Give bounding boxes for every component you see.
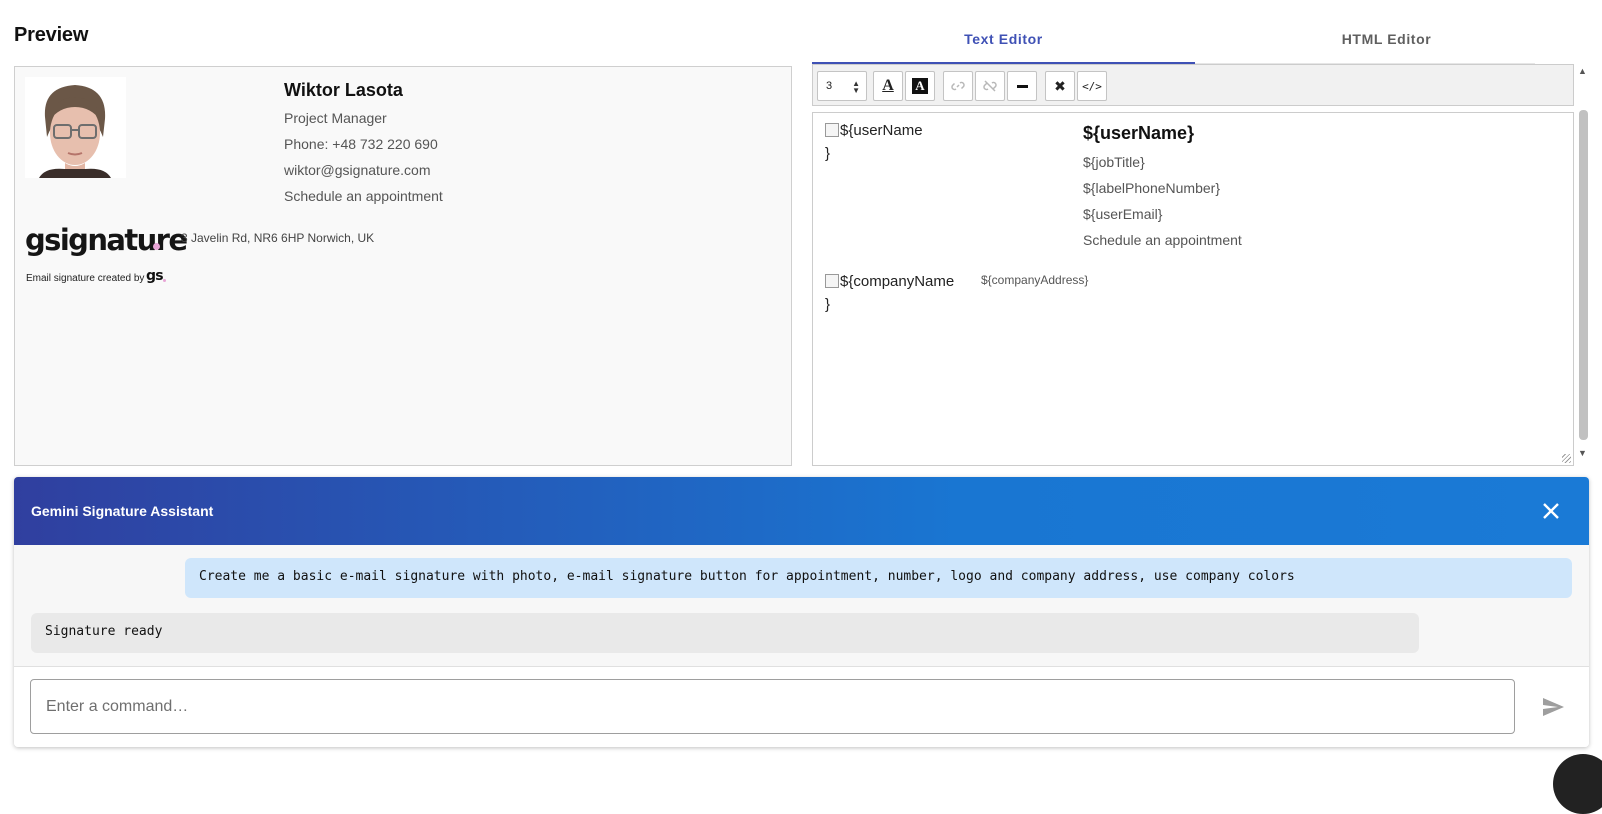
profile-photo — [25, 77, 126, 178]
text-highlight-icon: A — [912, 78, 928, 94]
font-size-value: 3 — [826, 80, 833, 92]
signature-name: Wiktor Lasota — [284, 80, 403, 100]
text-color-icon: A — [882, 77, 894, 94]
logo-alt-text: ${companyName — [840, 273, 955, 290]
background-color-button[interactable]: A — [905, 71, 935, 101]
assistant-header: Gemini Signature Assistant — [14, 477, 1589, 545]
logo-placeholder: ${companyName } — [825, 270, 954, 316]
command-input[interactable] — [30, 679, 1515, 734]
assistant-panel: Gemini Signature Assistant Create me a b… — [14, 477, 1589, 747]
logo-dot — [153, 243, 160, 250]
editor-job-title-variable: ${jobTitle} — [1083, 154, 1145, 170]
spinner-icon: ▲ ▼ — [852, 79, 860, 95]
signature-preview: Wiktor Lasota Project Manager Phone: +48… — [14, 66, 792, 466]
horizontal-rule-button[interactable] — [1007, 71, 1037, 101]
link-icon — [951, 81, 965, 91]
code-view-button[interactable]: </> — [1077, 71, 1107, 101]
remove-format-button[interactable]: ✖ — [1045, 71, 1075, 101]
scroll-thumb[interactable] — [1579, 110, 1588, 440]
broken-image-icon — [825, 274, 839, 288]
signature-phone: Phone: +48 732 220 690 — [284, 136, 438, 152]
user-message: Create me a basic e-mail signature with … — [185, 558, 1572, 598]
code-icon: </> — [1082, 79, 1102, 93]
close-icon: ✖ — [1054, 77, 1066, 94]
editor-address-variable: ${companyAddress} — [981, 273, 1089, 287]
horizontal-rule-icon — [1016, 84, 1028, 88]
signature-email[interactable]: wiktor@gsignature.com — [284, 162, 431, 178]
photo-alt-text-end: } — [825, 145, 831, 162]
signature-appointment-link[interactable]: Schedule an appointment — [284, 188, 443, 204]
close-button[interactable] — [1537, 497, 1565, 525]
editor-scrollbar[interactable]: ▲ ▼ — [1576, 64, 1590, 464]
company-logo: gsignature — [25, 223, 188, 257]
resize-handle[interactable] — [1562, 454, 1571, 463]
logo-alt-text-end: } — [825, 296, 831, 313]
editor-tabs: Text Editor HTML Editor — [812, 26, 1578, 64]
close-icon — [1543, 503, 1559, 519]
floating-action-button[interactable] — [1553, 754, 1602, 814]
tab-html-editor[interactable]: HTML Editor — [1195, 26, 1578, 64]
send-button[interactable] — [1541, 695, 1565, 719]
assistant-title: Gemini Signature Assistant — [31, 503, 214, 519]
photo-alt-text: ${userName — [840, 122, 923, 139]
signature-job-title: Project Manager — [284, 110, 387, 126]
editor-toolbar: 3 ▲ ▼ A A ✖ </> — [812, 64, 1574, 106]
broken-image-icon — [825, 123, 839, 137]
unlink-icon — [983, 80, 997, 92]
editor-appointment-text: Schedule an appointment — [1083, 232, 1242, 248]
scroll-up-icon[interactable]: ▲ — [1578, 66, 1587, 76]
created-by-label: Email signature created by — [26, 273, 145, 284]
command-bar — [14, 666, 1589, 747]
photo-placeholder: ${userName } — [825, 119, 923, 165]
scroll-down-icon[interactable]: ▼ — [1578, 448, 1587, 458]
tab-text-editor[interactable]: Text Editor — [812, 26, 1195, 64]
editor-email-variable: ${userEmail} — [1083, 206, 1163, 222]
font-color-button[interactable]: A — [873, 71, 903, 101]
gs-mini-logo-dot — [163, 279, 166, 282]
editor-phone-variable: ${labelPhoneNumber} — [1083, 180, 1220, 196]
text-editor-area[interactable]: ${userName } ${userName} ${jobTitle} ${l… — [812, 112, 1574, 466]
unlink-button[interactable] — [975, 71, 1005, 101]
font-size-select[interactable]: 3 ▲ ▼ — [817, 71, 867, 101]
send-icon — [1543, 698, 1564, 716]
editor-name-variable: ${userName} — [1083, 123, 1195, 143]
assistant-message: Signature ready — [31, 613, 1419, 653]
company-address: 3 Javelin Rd, NR6 6HP Norwich, UK — [181, 231, 375, 245]
link-button[interactable] — [943, 71, 973, 101]
gs-mini-logo[interactable]: gs — [146, 268, 164, 284]
page-title: Preview — [14, 24, 89, 46]
